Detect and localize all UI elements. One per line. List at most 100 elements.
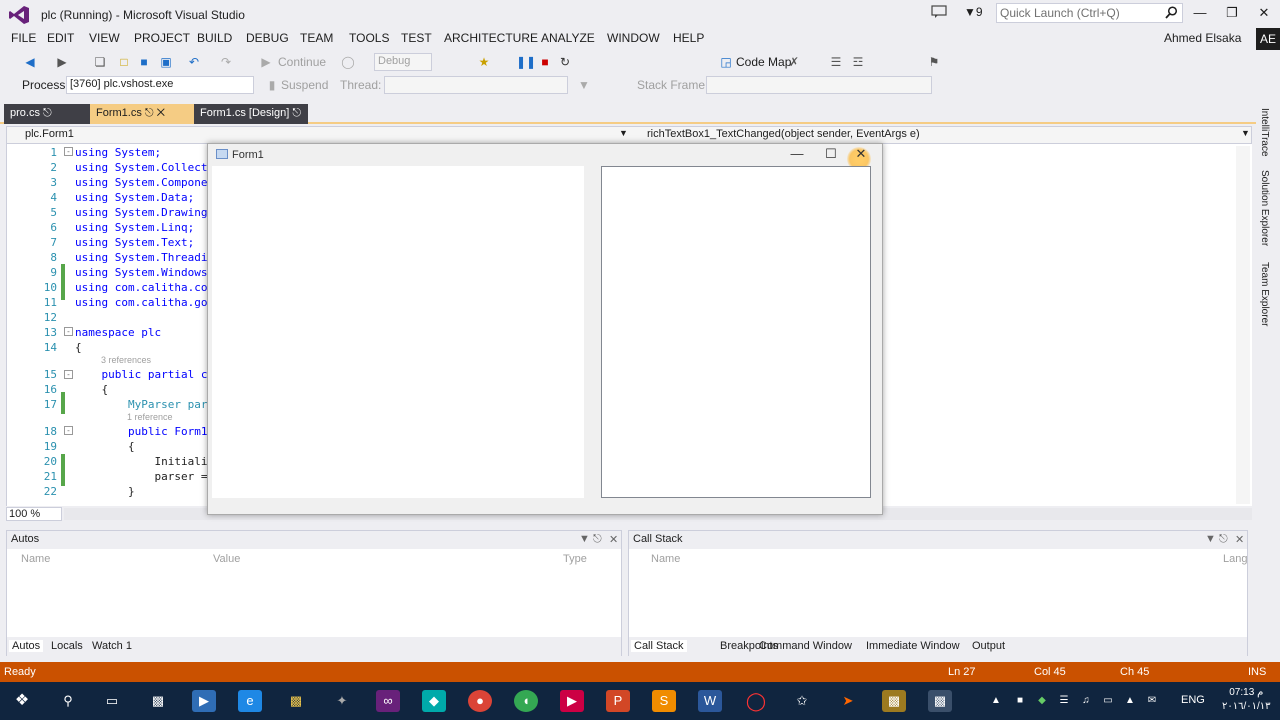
find-in-files-icon[interactable]: ★ — [476, 54, 492, 70]
new-project-icon[interactable]: ❏ — [92, 54, 108, 70]
menu-edit[interactable]: EDIT — [47, 31, 74, 45]
tab-form1-design[interactable]: Form1.cs [Design] ⎋ — [194, 104, 308, 124]
pin-icon[interactable]: ⎋ — [145, 107, 154, 119]
menu-build[interactable]: BUILD — [197, 31, 232, 45]
column-name[interactable]: Name — [21, 553, 50, 565]
tray-network-icon[interactable]: ☰ — [1056, 690, 1072, 712]
redo-icon[interactable]: ↷ — [218, 54, 234, 70]
column-lang[interactable]: Lang — [1223, 553, 1247, 565]
opera-icon[interactable]: ◯ — [744, 690, 768, 712]
form1-taskbar-icon[interactable]: ▩ — [928, 690, 952, 712]
menu-view[interactable]: VIEW — [89, 31, 120, 45]
menu-test[interactable]: TEST — [401, 31, 432, 45]
search-icon[interactable]: ⚲ — [56, 690, 80, 712]
chrome-icon[interactable]: ● — [468, 690, 492, 712]
stack-frame-combo[interactable] — [706, 76, 932, 94]
tab-output[interactable]: Output — [972, 640, 1005, 652]
side-tab-intellitrace[interactable]: IntelliTrace — [1259, 108, 1270, 157]
editor-vertical-scrollbar[interactable] — [1236, 146, 1250, 504]
minimize-button[interactable]: — — [1186, 2, 1214, 24]
form-maximize-button[interactable]: ☐ — [816, 144, 846, 164]
menu-file[interactable]: FILE — [11, 31, 36, 45]
word-icon[interactable]: W — [698, 690, 722, 712]
rich-textbox-input[interactable] — [212, 166, 584, 498]
member-combo[interactable]: richTextBox1_TextChanged(object sender, … — [647, 128, 920, 140]
chevron-down-icon[interactable]: ▼ — [579, 533, 590, 545]
close-icon[interactable]: ✕ — [609, 533, 618, 546]
menu-analyze[interactable]: ANALYZE — [541, 31, 595, 45]
quick-launch-input[interactable]: Quick Launch (Ctrl+Q) — [996, 3, 1183, 23]
close-icon[interactable]: ✕ — [1235, 533, 1244, 546]
class-combo[interactable]: plc.Form1 — [25, 128, 74, 140]
tab-command-window[interactable]: Command Window — [759, 640, 852, 652]
tray-language[interactable]: ENG — [1181, 694, 1205, 706]
unity-icon[interactable]: ➤ — [836, 690, 860, 712]
restart-icon[interactable]: ↻ — [557, 54, 573, 70]
indent-icon[interactable]: ☲ — [850, 54, 866, 70]
stop-debugging-icon[interactable]: ■ — [537, 54, 553, 70]
tab-watch-1[interactable]: Watch 1 — [92, 640, 132, 652]
tools-app-icon[interactable]: ✦ — [330, 690, 354, 712]
process-combo[interactable]: [3760] plc.vshost.exe — [66, 76, 254, 94]
rich-textbox-output[interactable] — [601, 166, 871, 498]
edge-browser-icon[interactable]: e — [238, 690, 262, 712]
task-view-icon[interactable]: ▭ — [100, 690, 124, 712]
notifications-icon[interactable] — [931, 5, 947, 19]
video-app-icon[interactable]: ▶ — [560, 690, 584, 712]
menu-tools[interactable]: TOOLS — [349, 31, 389, 45]
column-type[interactable]: Type — [563, 553, 587, 565]
save-all-icon[interactable]: ▣ — [158, 54, 174, 70]
align-icon[interactable]: ☰ — [828, 54, 844, 70]
attach-icon[interactable]: ◯ — [340, 54, 356, 70]
pin-icon[interactable]: ⎋ — [1219, 533, 1228, 546]
navigate-back-icon[interactable]: ◀ — [22, 54, 38, 70]
form-close-button[interactable]: ✕ — [846, 144, 876, 164]
feedback-filter-icon[interactable]: ▼9 — [964, 5, 983, 19]
side-tab-team-explorer[interactable]: Team Explorer — [1259, 262, 1270, 326]
suspend-button[interactable]: Suspend — [281, 78, 328, 92]
chevron-down-icon[interactable]: ▼ — [619, 128, 628, 138]
tab-immediate-window[interactable]: Immediate Window — [866, 640, 960, 652]
tab-close-icon[interactable]: ✕ — [157, 107, 165, 119]
tab-autos[interactable]: Autos — [9, 640, 44, 652]
continue-button[interactable]: Continue — [278, 55, 326, 69]
continue-icon[interactable]: ▶ — [258, 54, 274, 70]
close-button[interactable]: ✕ — [1250, 2, 1278, 24]
tray-battery-icon[interactable]: ▭ — [1100, 690, 1116, 712]
undo-icon[interactable]: ↶ — [186, 54, 202, 70]
tray-clock[interactable]: 07:13 م ٢٠١٦/٠١/١٣ — [1222, 686, 1271, 714]
teamviewer-icon[interactable]: ◆ — [422, 690, 446, 712]
side-tab-solution-explorer[interactable]: Solution Explorer — [1259, 170, 1270, 246]
code-map-icon[interactable]: ◲ — [718, 54, 734, 70]
tray-app-icon[interactable]: ■ — [1012, 690, 1028, 712]
chat-app-icon[interactable]: ◖ — [514, 690, 538, 712]
tools-icon[interactable]: ✗ — [786, 54, 802, 70]
menu-architecture[interactable]: ARCHITECTURE — [444, 31, 538, 45]
save-icon[interactable]: ■ — [136, 54, 152, 70]
tray-notification-icon[interactable]: ✉ — [1144, 690, 1160, 712]
menu-project[interactable]: PROJECT — [134, 31, 190, 45]
start-windows-icon[interactable]: ❖ — [10, 690, 34, 712]
codelens-references[interactable]: 1 reference — [127, 412, 173, 422]
open-file-icon[interactable]: □ — [116, 54, 132, 70]
bookmark-icon[interactable]: ⚑ — [926, 54, 942, 70]
tab-pro-cs[interactable]: pro.cs ⎋ — [4, 104, 90, 124]
code-map-button[interactable]: Code Map — [736, 55, 791, 69]
menu-help[interactable]: HELP — [673, 31, 704, 45]
form-minimize-button[interactable]: — — [782, 144, 812, 164]
suspend-icon[interactable]: ▮ — [264, 77, 280, 93]
tab-form1-cs[interactable]: Form1.cs ⎋ ✕ — [90, 104, 194, 124]
store-icon[interactable]: ▩ — [146, 690, 170, 712]
tray-chevron-up-icon[interactable]: ▲ — [988, 690, 1004, 712]
tray-wifi-icon[interactable]: ▲ — [1122, 690, 1138, 712]
menu-debug[interactable]: DEBUG — [246, 31, 289, 45]
codelens-references[interactable]: 3 references — [101, 355, 151, 365]
configuration-combo[interactable]: Debug — [374, 53, 432, 71]
chevron-down-icon[interactable]: ▼ — [1241, 128, 1250, 138]
file-explorer-icon[interactable]: ▩ — [284, 690, 308, 712]
media-player-icon[interactable]: ▶ — [192, 690, 216, 712]
menu-window[interactable]: WINDOW — [607, 31, 660, 45]
pin-icon[interactable]: ⎋ — [43, 107, 52, 119]
column-name[interactable]: Name — [651, 553, 680, 565]
chevron-down-icon[interactable]: ▼ — [1205, 533, 1216, 545]
